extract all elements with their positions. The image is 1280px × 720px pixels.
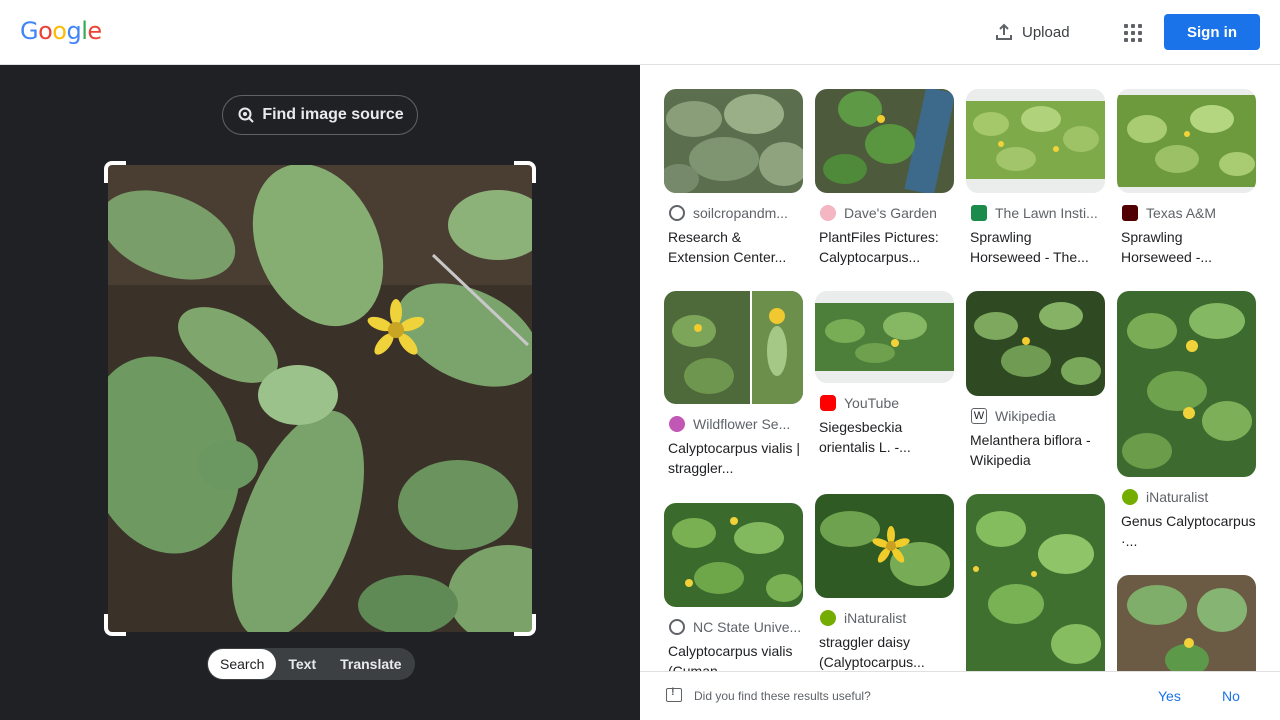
visual-matches-panel: soilcropandm... Research & Extension Cen… (640, 65, 1280, 671)
logo-letter: G (20, 17, 39, 45)
result-source: The Lawn Insti... (995, 205, 1098, 221)
wildflower-icon (669, 416, 685, 432)
result-source: Dave's Garden (844, 205, 937, 221)
result-title[interactable]: straggler daisy (Calyptocarpus... (819, 632, 954, 671)
result-thumbnail[interactable] (664, 89, 803, 193)
result-card[interactable]: NC State Unive... Calyptocarpus vialis (… (664, 503, 803, 671)
crop-handle-top-left[interactable] (104, 161, 126, 183)
result-card[interactable]: iNaturalist Genus Calyptocarpus ·... (1117, 291, 1256, 551)
result-title[interactable]: Sprawling Horseweed - The... (970, 227, 1105, 267)
result-thumbnail[interactable] (966, 89, 1105, 193)
result-card[interactable]: Texas A&M Sprawling Horseweed -... (1117, 89, 1256, 267)
google-apps-icon[interactable] (1118, 18, 1146, 46)
result-thumbnail[interactable] (1117, 575, 1256, 671)
upload-button[interactable]: Upload (988, 18, 1076, 46)
query-image-panel: Find image source Search Text Translate (0, 65, 640, 720)
lens-search-icon (238, 107, 255, 123)
lawn-institute-icon (971, 205, 987, 221)
feedback-no-button[interactable]: No (1222, 688, 1240, 704)
crop-handle-bottom-left[interactable] (104, 614, 126, 636)
texas-am-icon (1122, 205, 1138, 221)
result-card[interactable]: soilcropandm... Research & Extension Cen… (664, 89, 803, 267)
feedback-yes-button[interactable]: Yes (1158, 688, 1181, 704)
logo-letter: o (52, 17, 67, 45)
result-thumbnail[interactable] (1117, 89, 1256, 193)
result-thumbnail[interactable] (664, 503, 803, 607)
result-source: soilcropandm... (693, 205, 788, 221)
result-thumbnail[interactable] (815, 291, 954, 383)
youtube-icon (820, 395, 836, 411)
result-title[interactable]: Melanthera biflora - Wikipedia (970, 430, 1105, 470)
result-thumbnail[interactable] (815, 494, 954, 598)
mode-search-tab[interactable]: Search (208, 649, 277, 679)
result-card[interactable]: iNaturalist straggler daisy (Calyptocarp… (815, 494, 954, 671)
result-card[interactable] (966, 494, 1105, 671)
result-source: iNaturalist (1146, 489, 1209, 505)
top-header: Google Upload Sign in (0, 0, 1280, 65)
mode-translate-tab[interactable]: Translate (328, 649, 413, 679)
result-source: Texas A&M (1146, 205, 1217, 221)
logo-letter: g (66, 17, 82, 45)
google-logo[interactable]: Google (20, 17, 102, 45)
logo-letter: o (38, 17, 53, 45)
result-thumbnail[interactable] (664, 291, 803, 404)
result-thumbnail[interactable] (966, 291, 1105, 396)
sign-in-button[interactable]: Sign in (1164, 14, 1260, 50)
result-source: Wikipedia (995, 408, 1056, 424)
inaturalist-icon (820, 610, 836, 626)
result-thumbnail[interactable] (966, 494, 1105, 671)
feedback-icon (666, 686, 682, 702)
result-title[interactable]: Sprawling Horseweed -... (1121, 227, 1256, 267)
crop-selection[interactable] (104, 161, 536, 636)
result-card[interactable]: The Lawn Insti... Sprawling Horseweed - … (966, 89, 1105, 267)
feedback-bar: Did you find these results useful? Yes N… (640, 671, 1280, 720)
result-title[interactable]: Genus Calyptocarpus ·... (1121, 511, 1256, 551)
result-title[interactable]: PlantFiles Pictures: Calyptocarpus... (819, 227, 954, 267)
result-title[interactable]: Research & Extension Center... (668, 227, 803, 267)
daves-garden-icon (820, 205, 836, 221)
find-image-source-button[interactable]: Find image source (222, 95, 418, 135)
inaturalist-icon (1122, 489, 1138, 505)
result-title[interactable]: Calyptocarpus vialis | straggler... (668, 438, 803, 478)
result-source: iNaturalist (844, 610, 907, 626)
wikipedia-icon: W (971, 408, 987, 424)
result-card[interactable]: W Wikipedia Melanthera biflora - Wikipedi… (966, 291, 1105, 470)
result-thumbnail[interactable] (815, 89, 954, 193)
crop-handle-top-right[interactable] (514, 161, 536, 183)
upload-label: Upload (1022, 23, 1070, 41)
result-card[interactable]: YouTube Siegesbeckia orientalis L. -... (815, 291, 954, 457)
mode-text-tab[interactable]: Text (276, 649, 328, 679)
result-card[interactable]: Dave's Garden PlantFiles Pictures: Calyp… (815, 89, 954, 267)
query-photo (108, 165, 532, 632)
result-card[interactable] (1117, 575, 1256, 671)
result-title[interactable]: Calyptocarpus vialis (Cuman... (668, 641, 803, 671)
crop-handle-bottom-right[interactable] (514, 614, 536, 636)
result-source: NC State Unive... (693, 619, 802, 635)
result-card[interactable]: Wildflower Se... Calyptocarpus vialis | … (664, 291, 803, 478)
result-source: YouTube (844, 395, 900, 411)
result-source: Wildflower Se... (693, 416, 791, 432)
result-thumbnail[interactable] (1117, 291, 1256, 477)
globe-icon (669, 619, 685, 635)
find-image-source-label: Find image source (262, 106, 404, 123)
mode-switcher: Search Text Translate (207, 648, 415, 680)
globe-icon (669, 205, 685, 221)
logo-letter: e (87, 17, 102, 45)
result-title[interactable]: Siegesbeckia orientalis L. -... (819, 417, 954, 457)
upload-icon (996, 23, 1012, 40)
feedback-question: Did you find these results useful? (694, 689, 871, 703)
